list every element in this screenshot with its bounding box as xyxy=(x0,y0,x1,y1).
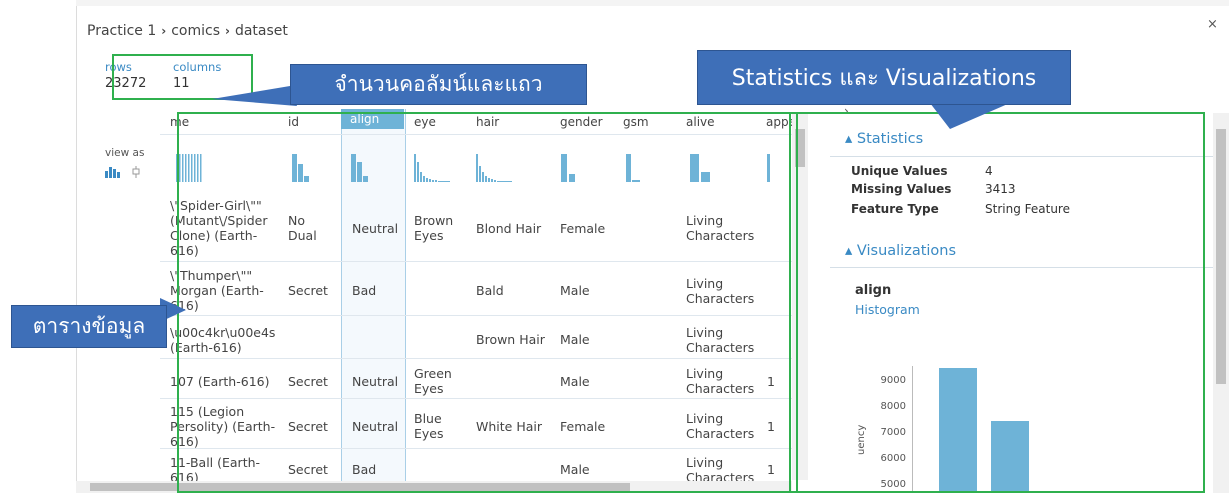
callout-columns-rows: จำนวนคอลัมน์และแถว xyxy=(290,64,587,105)
histogram-view-icon[interactable] xyxy=(105,166,123,178)
panel-vertical-scrollbar[interactable] xyxy=(1213,113,1229,493)
callout-pointer-stats xyxy=(930,103,1010,129)
background-left xyxy=(0,0,76,493)
view-as-label: view as xyxy=(105,147,145,159)
callout-statistics-visualizations: Statistics และ Visualizations xyxy=(697,50,1071,105)
highlight-stats-panel xyxy=(789,112,1205,493)
boxplot-view-icon[interactable] xyxy=(131,166,141,178)
breadcrumb-project[interactable]: Practice 1 xyxy=(87,23,156,39)
breadcrumb-experiment[interactable]: comics xyxy=(171,23,220,39)
chevron-right-icon: › xyxy=(161,24,167,38)
close-icon[interactable]: × xyxy=(1207,17,1218,32)
breadcrumb-dataset: dataset xyxy=(234,23,288,39)
callout-pointer-columns xyxy=(212,86,297,106)
callout-data-table: ตารางข้อมูล xyxy=(11,305,167,348)
chevron-right-icon: › xyxy=(225,24,230,38)
highlight-data-table xyxy=(177,112,798,493)
breadcrumb: Practice 1 › comics › dataset xyxy=(87,23,288,39)
